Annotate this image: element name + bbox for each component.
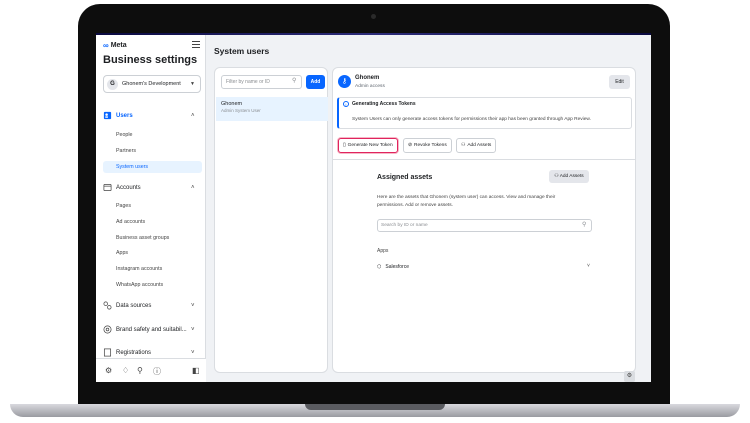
chevron-down-icon[interactable]: ˅ xyxy=(191,350,195,356)
token-icon: ▯ xyxy=(343,143,346,148)
meta-logo[interactable]: ∞ Meta xyxy=(103,41,127,50)
search-icon[interactable]: ⚲ xyxy=(137,366,143,375)
sidebar-item-apps[interactable]: Apps xyxy=(116,250,128,256)
revoke-tokens-button[interactable]: ⊘ Revoke Tokens xyxy=(403,138,452,153)
sidebar-item-system-users[interactable]: System users xyxy=(103,161,202,173)
info-notice: i Generating Access Tokens System Users … xyxy=(337,97,632,129)
registrations-icon xyxy=(103,348,112,357)
cube-icon: ⬡ xyxy=(377,263,382,270)
sidebar-item-ad-accounts[interactable]: Ad accounts xyxy=(116,219,145,225)
help-icon[interactable]: ⓘ xyxy=(153,366,161,377)
list-item[interactable]: Ghonem Admin System User xyxy=(216,97,328,121)
business-account-selector[interactable]: G Ghonem's Development ▼ xyxy=(103,75,201,93)
detail-role: Admin access xyxy=(355,84,385,89)
sidebar-item-business-asset-groups[interactable]: Business asset groups xyxy=(116,235,169,241)
sidebar-toggle-icon[interactable]: ◧ xyxy=(192,366,200,375)
account-name: Ghonem's Development xyxy=(122,81,181,87)
sidebar-section-data-sources[interactable]: Data sources xyxy=(103,301,151,310)
system-user-detail: ⚷ Ghonem Admin access Edit i Generating … xyxy=(332,67,636,373)
sidebar-item-instagram-accounts[interactable]: Instagram accounts xyxy=(116,266,162,272)
sidebar-item-pages[interactable]: Pages xyxy=(116,203,131,209)
chevron-up-icon[interactable]: ˄ xyxy=(191,113,195,119)
assets-search-input[interactable]: Search by ID or name xyxy=(377,219,592,232)
chevron-down-icon[interactable]: ˅ xyxy=(191,303,195,309)
generate-new-token-button[interactable]: ▯ Generate New Token xyxy=(338,138,398,153)
people-icon: ⚇ xyxy=(461,143,466,148)
people-icon: ⚇ xyxy=(554,174,559,179)
sidebar-title: Business settings xyxy=(103,54,198,66)
app-name: Salesforce xyxy=(385,263,409,270)
laptop-notch xyxy=(305,404,445,410)
detail-name: Ghonem xyxy=(355,75,380,81)
corner-widget-icon[interactable]: ⚙ xyxy=(624,371,635,382)
page-title: System users xyxy=(214,46,270,56)
edit-button[interactable]: Edit xyxy=(609,75,630,89)
data-sources-icon xyxy=(103,301,112,310)
notice-body: System Users can only generate access to… xyxy=(352,117,591,122)
notifications-icon[interactable]: ♢ xyxy=(122,366,129,375)
sidebar-item-partners[interactable]: Partners xyxy=(116,148,136,154)
accounts-icon xyxy=(103,183,112,192)
app-list-item[interactable]: ⬡ Salesforce xyxy=(377,261,592,272)
sidebar-item-people[interactable]: People xyxy=(116,132,133,138)
add-button[interactable]: Add xyxy=(306,75,325,89)
revoke-icon: ⊘ xyxy=(408,143,413,148)
search-icon: ⚲ xyxy=(582,222,587,228)
menu-icon[interactable] xyxy=(192,41,200,50)
meta-logo-icon: ∞ xyxy=(103,41,109,50)
key-icon: ⚷ xyxy=(338,75,351,88)
user-name: Ghonem xyxy=(221,101,243,107)
divider xyxy=(333,159,635,160)
laptop-camera xyxy=(371,14,376,19)
info-icon: i xyxy=(343,101,349,107)
chevron-down-icon: ▼ xyxy=(190,81,195,87)
search-icon: ⚲ xyxy=(292,78,297,84)
system-users-list: Filter by name or ID ⚲ Add Ghonem Admin … xyxy=(214,67,328,373)
sidebar-section-users[interactable]: Users xyxy=(103,111,133,120)
chevron-up-icon[interactable]: ˄ xyxy=(191,185,195,191)
user-role: Admin System User xyxy=(221,108,261,113)
screen: ∞ Meta Business settings G Ghonem's Deve… xyxy=(96,33,651,382)
add-assets-button[interactable]: ⚇ Add Assets xyxy=(456,138,497,153)
sidebar-section-accounts[interactable]: Accounts xyxy=(103,183,141,192)
assigned-assets-title: Assigned assets xyxy=(377,174,433,181)
chevron-down-icon[interactable]: ˅ xyxy=(587,263,590,269)
settings-icon[interactable]: ⚙ xyxy=(105,366,112,375)
assigned-assets-description: Here are the assets that Ghonem (system … xyxy=(377,195,556,208)
sidebar-footer: ⚙ ♢ ⚲ ⓘ ◧ xyxy=(96,358,206,382)
account-avatar: G xyxy=(107,78,118,90)
assigned-add-assets-button[interactable]: ⚇ Add Assets xyxy=(549,170,589,183)
sidebar-section-registrations[interactable]: Registrations xyxy=(103,348,151,357)
meta-logo-text: Meta xyxy=(110,42,127,49)
apps-label: Apps xyxy=(377,248,389,254)
notice-title: Generating Access Tokens xyxy=(352,101,416,107)
sidebar-item-whatsapp-accounts[interactable]: WhatsApp accounts xyxy=(116,282,163,288)
brand-safety-icon xyxy=(103,325,112,334)
sidebar: ∞ Meta Business settings G Ghonem's Deve… xyxy=(96,35,206,382)
users-icon xyxy=(103,111,112,120)
filter-input[interactable]: Filter by name or ID xyxy=(221,75,302,89)
chevron-down-icon[interactable]: ˅ xyxy=(191,327,195,333)
sidebar-section-brand-safety[interactable]: Brand safety and suitabil... xyxy=(103,325,187,334)
